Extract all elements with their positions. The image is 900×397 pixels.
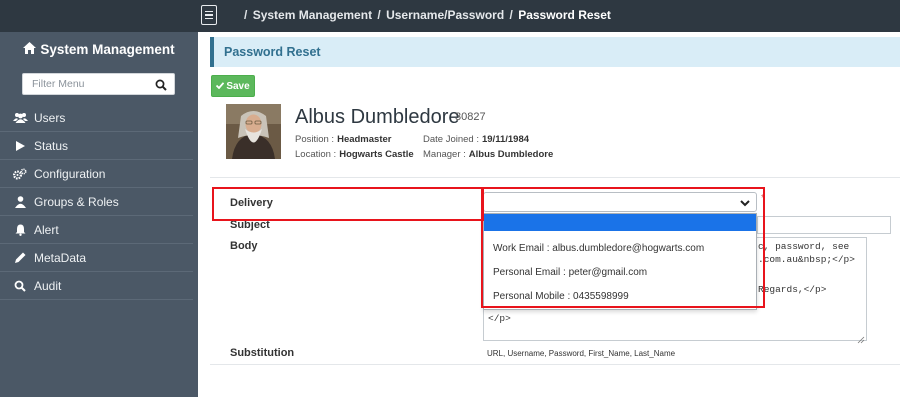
substitution-label: Substitution	[230, 347, 295, 359]
sidebar: System Management Users Status	[0, 32, 198, 397]
user-icon	[12, 195, 28, 208]
sidebar-item-label: MetaData	[34, 250, 87, 265]
breadcrumb-item-system-management[interactable]: System Management	[253, 8, 372, 22]
sidebar-item-metadata[interactable]: MetaData	[0, 244, 193, 272]
manager-value: Albus Dumbledore	[468, 149, 554, 160]
sidebar-item-label: Configuration	[34, 166, 106, 181]
panel-header: Password Reset	[210, 37, 900, 67]
resize-handle-icon[interactable]	[857, 331, 865, 344]
position-label: Position :	[295, 134, 335, 145]
divider	[210, 364, 900, 365]
body-text-line: </p>	[488, 313, 511, 324]
sidebar-item-label: Users	[34, 110, 66, 125]
filter-menu	[22, 73, 175, 95]
sidebar-item-configuration[interactable]: Configuration	[0, 160, 193, 188]
check-icon	[216, 81, 225, 92]
sidebar-item-label: Audit	[34, 278, 62, 293]
sidebar-item-label: Groups & Roles	[34, 194, 119, 209]
position-value: Headmaster	[337, 134, 392, 145]
top-bar-brand-area	[0, 0, 198, 32]
breadcrumb-item-current: Password Reset	[518, 8, 611, 22]
highlight-delivery-label	[212, 187, 484, 221]
sidebar-item-status[interactable]: Status	[0, 132, 193, 160]
sidebar-title[interactable]: System Management	[0, 42, 198, 57]
subject-input[interactable]	[757, 216, 891, 234]
sidebar-item-groups-roles[interactable]: Groups & Roles	[0, 188, 193, 216]
manager-label: Manager :	[423, 149, 466, 160]
sidebar-item-label: Alert	[34, 222, 59, 237]
sidebar-item-users[interactable]: Users	[0, 104, 193, 132]
sidebar-nav: Users Status Configuration Groups & Role…	[0, 104, 193, 300]
cogs-icon	[12, 167, 28, 180]
sidebar-title-text: System Management	[40, 42, 175, 57]
play-icon	[12, 140, 28, 151]
users-icon	[12, 112, 28, 123]
body-label: Body	[230, 240, 258, 252]
date-joined-value: 19/11/1984	[481, 134, 530, 145]
profile-manager: Manager : Albus Dumbledore	[423, 149, 553, 160]
avatar	[226, 104, 281, 159]
profile-name: Albus Dumbledore	[295, 106, 460, 128]
profile-date-joined: Date Joined :19/11/1984	[423, 134, 529, 145]
sidebar-item-label: Status	[34, 138, 69, 153]
save-button[interactable]: Save	[211, 75, 255, 97]
substitution-values: URL, Username, Password, First_Name, Las…	[487, 349, 676, 358]
pen-icon	[12, 252, 28, 264]
breadcrumb: / System Management / Username/Password …	[244, 8, 611, 22]
bell-icon	[12, 224, 28, 236]
location-value: Hogwarts Castle	[339, 149, 414, 160]
sidebar-item-alert[interactable]: Alert	[0, 216, 193, 244]
search-icon[interactable]	[155, 78, 167, 91]
save-button-label: Save	[226, 80, 250, 92]
body-text-line: .com.au&nbsp;</p>	[758, 254, 855, 265]
breadcrumb-item-username-password[interactable]: Username/Password	[386, 8, 504, 22]
top-bar: / System Management / Username/Password …	[0, 0, 900, 32]
profile-location: Location : Hogwarts Castle	[295, 149, 414, 160]
panel-title: Password Reset	[224, 45, 321, 59]
location-label: Location :	[295, 149, 337, 160]
filter-menu-input[interactable]	[23, 74, 147, 94]
highlight-delivery-dropdown	[481, 187, 765, 308]
body-text-line: Regards,</p>	[758, 284, 827, 295]
sidebar-item-audit[interactable]: Audit	[0, 272, 193, 300]
divider	[210, 177, 900, 178]
home-icon	[23, 42, 37, 57]
app: / System Management / Username/Password …	[0, 0, 900, 397]
hamburger-menu-icon[interactable]	[201, 5, 217, 25]
profile-id: 30827	[455, 111, 486, 123]
date-joined-label: Date Joined :	[423, 134, 479, 145]
search-icon	[12, 280, 28, 292]
profile-position: Position : Headmaster	[295, 134, 391, 145]
body-text-line: c, password, see	[758, 241, 850, 252]
